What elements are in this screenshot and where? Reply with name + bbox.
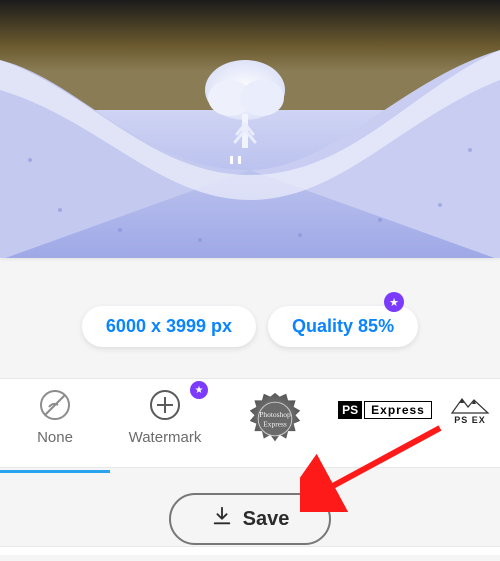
ps-alt-text: PS EX (454, 415, 486, 425)
save-label: Save (243, 508, 290, 531)
preview-svg (0, 0, 500, 258)
mountain-icon (450, 397, 490, 415)
dimensions-text: 6000 x 3999 px (106, 316, 232, 336)
plus-icon (147, 387, 183, 423)
watermark-label: Watermark (129, 429, 202, 446)
image-preview (0, 0, 500, 258)
svg-text:Photoshop: Photoshop (259, 410, 291, 419)
watermark-option-none[interactable]: None (0, 379, 110, 467)
none-icon (37, 387, 73, 423)
selection-underline (0, 470, 110, 473)
ps-express-badge-alt: PS EX (450, 397, 490, 425)
premium-star-badge: ★ (384, 292, 404, 312)
watermark-option-psbadge[interactable]: PS Express (330, 379, 440, 467)
dimensions-pill[interactable]: 6000 x 3999 px (82, 306, 256, 347)
ps-express-badge: PS Express (338, 401, 432, 419)
watermark-option-seal[interactable]: Photoshop Express (220, 379, 330, 467)
quality-pill[interactable]: Quality 85% (268, 306, 418, 347)
ps-text: Express (364, 401, 432, 419)
seal-icon: Photoshop Express (247, 391, 303, 447)
watermark-strip: ★ None Watermark Photoshop Express (0, 379, 500, 467)
watermark-option-custom[interactable]: Watermark (110, 379, 220, 467)
svg-text:Express: Express (263, 419, 287, 428)
none-label: None (37, 429, 73, 446)
save-button[interactable]: Save (169, 493, 332, 545)
export-options-row: ★ 6000 x 3999 px Quality 85% (0, 306, 500, 347)
watermark-option-psbadge2[interactable]: PS EX (440, 379, 500, 467)
ps-prefix: PS (338, 401, 362, 419)
download-icon (211, 505, 233, 533)
save-bar: Save (0, 493, 500, 545)
quality-text: Quality 85% (292, 316, 394, 336)
footer-divider (0, 546, 500, 555)
